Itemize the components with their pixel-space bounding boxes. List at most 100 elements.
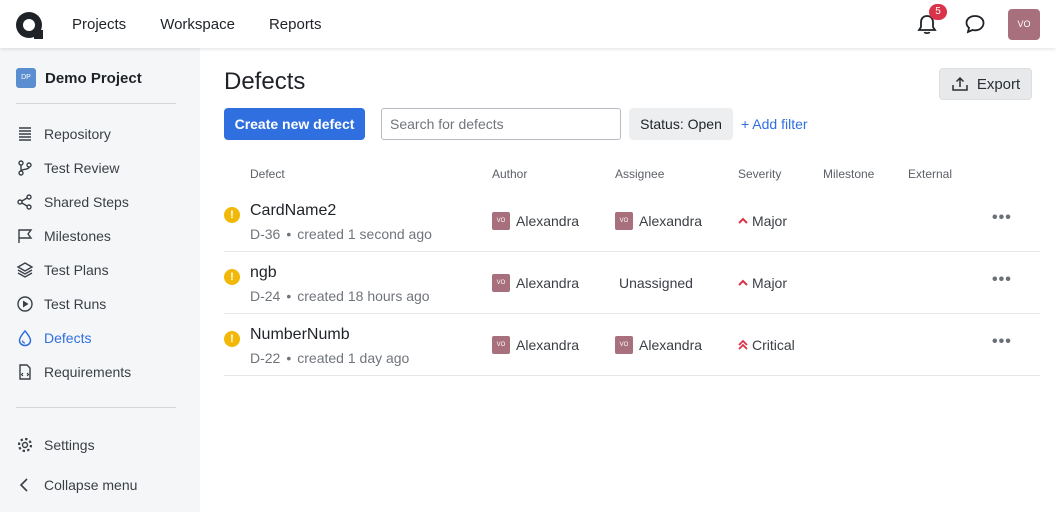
severity-cell: Critical: [738, 337, 795, 353]
chat-icon[interactable]: [964, 13, 986, 35]
sidebar-divider: [16, 103, 176, 104]
more-actions-icon[interactable]: •••: [992, 333, 1012, 351]
project-name: Demo Project: [45, 69, 142, 87]
add-filter-link[interactable]: + Add filter: [741, 116, 808, 132]
app-logo-icon[interactable]: [14, 10, 44, 40]
defect-name[interactable]: NumberNumb: [250, 326, 350, 344]
collapse-menu-label: Collapse menu: [44, 477, 138, 493]
table-row[interactable]: ! NumberNumb D-22 • created 1 day ago VO A…: [224, 314, 1040, 376]
author-name: Alexandra: [516, 337, 580, 353]
gear-icon: [17, 437, 33, 453]
defect-id: D-24: [250, 288, 281, 304]
table-row[interactable]: ! ngb D-24 • created 18 hours ago VO Alexa…: [224, 252, 1040, 314]
project-header[interactable]: DP Demo Project: [16, 68, 142, 88]
defect-name[interactable]: CardName2: [250, 202, 336, 220]
sidebar-item-test-plans[interactable]: Test Plans: [16, 258, 109, 282]
severity-label: Critical: [752, 337, 795, 353]
assignee-name: Alexandra: [639, 213, 703, 229]
test-runs-icon: [17, 296, 33, 312]
assignee-cell: VO Alexandra: [615, 212, 702, 230]
author-cell: VO Alexandra: [492, 212, 579, 230]
sidebar-item-test-runs[interactable]: Test Runs: [16, 292, 106, 316]
sidebar-divider: [16, 407, 176, 408]
sidebar-item-milestones[interactable]: Milestones: [16, 224, 111, 248]
warning-icon: !: [224, 269, 240, 285]
nav-reports[interactable]: Reports: [269, 16, 322, 33]
defect-created: created 1 second ago: [297, 226, 432, 242]
assignee-avatar: VO: [615, 336, 633, 354]
top-bar: Projects Workspace Reports 5 VO: [0, 0, 1056, 48]
sidebar-item-label: Requirements: [44, 364, 132, 380]
sidebar-item-label: Settings: [44, 437, 95, 453]
chevron-up-icon: [738, 217, 748, 224]
column-header-assignee: Assignee: [615, 167, 665, 181]
column-header-severity: Severity: [738, 167, 782, 181]
chevron-up-icon: [738, 279, 748, 286]
defect-id: D-22: [250, 350, 281, 366]
defect-name[interactable]: ngb: [250, 264, 277, 282]
user-avatar[interactable]: VO: [1008, 9, 1040, 40]
sidebar-item-label: Defects: [44, 330, 92, 346]
author-cell: VO Alexandra: [492, 336, 579, 354]
nav-projects[interactable]: Projects: [72, 16, 126, 33]
sidebar-item-requirements[interactable]: Requirements: [16, 360, 131, 384]
severity-cell: Major: [738, 275, 787, 291]
defect-meta: D-24 • created 18 hours ago: [250, 288, 430, 304]
sidebar-item-label: Repository: [44, 126, 111, 142]
author-name: Alexandra: [516, 275, 580, 291]
sidebar-item-shared-steps[interactable]: Shared Steps: [16, 190, 129, 214]
page-title: Defects: [224, 68, 306, 95]
sidebar-item-label: Test Runs: [44, 296, 107, 312]
sidebar-item-test-review[interactable]: Test Review: [16, 156, 119, 180]
sidebar-item-label: Shared Steps: [44, 194, 129, 210]
export-icon: [952, 76, 968, 91]
column-header-author: Author: [492, 167, 528, 181]
table-row[interactable]: ! CardName2 D-36 • created 1 second ago VO…: [224, 190, 1040, 252]
sidebar-item-label: Milestones: [44, 228, 111, 244]
assignee-cell: VO Alexandra: [615, 336, 702, 354]
separator-dot: •: [286, 350, 292, 366]
author-avatar: VO: [492, 336, 510, 354]
milestones-icon: [18, 229, 33, 243]
assignee-unassigned: Unassigned: [619, 275, 693, 291]
chevron-left-icon: [19, 478, 28, 492]
defect-created: created 18 hours ago: [297, 288, 430, 304]
search-input[interactable]: [381, 108, 621, 140]
assignee-name: Alexandra: [639, 337, 703, 353]
defect-meta: D-22 • created 1 day ago: [250, 350, 409, 366]
assignee-avatar: VO: [615, 212, 633, 230]
defect-id: D-36: [250, 226, 281, 242]
export-button[interactable]: Export: [939, 68, 1032, 100]
collapse-menu-button[interactable]: Collapse menu: [16, 473, 137, 497]
author-avatar: VO: [492, 212, 510, 230]
requirements-icon: [19, 364, 31, 380]
sidebar: DP Demo Project Repository Test Review S…: [0, 48, 200, 512]
sidebar-item-settings[interactable]: Settings: [16, 433, 95, 457]
sidebar-item-label: Test Plans: [44, 262, 109, 278]
status-filter[interactable]: Status: Open: [629, 108, 733, 140]
repository-icon: [19, 127, 31, 141]
severity-label: Major: [752, 275, 788, 291]
severity-cell: Major: [738, 213, 787, 229]
shared-steps-icon: [17, 194, 32, 210]
double-chevron-up-icon: [738, 340, 748, 350]
export-label: Export: [976, 75, 1021, 93]
warning-icon: !: [224, 331, 240, 347]
column-header-external: External: [908, 167, 953, 181]
defect-meta: D-36 • created 1 second ago: [250, 226, 432, 242]
defects-icon: [18, 329, 32, 347]
defect-created: created 1 day ago: [297, 350, 410, 366]
top-nav: Projects Workspace Reports: [72, 0, 355, 48]
nav-workspace[interactable]: Workspace: [160, 16, 235, 33]
sidebar-item-label: Test Review: [44, 160, 120, 176]
warning-icon: !: [224, 207, 240, 223]
main-content: Defects Export Create new defect Status:…: [200, 48, 1056, 512]
more-actions-icon[interactable]: •••: [992, 209, 1012, 227]
create-defect-button[interactable]: Create new defect: [224, 108, 365, 140]
more-actions-icon[interactable]: •••: [992, 271, 1012, 289]
sidebar-item-repository[interactable]: Repository: [16, 122, 111, 146]
column-header-milestone: Milestone: [823, 167, 875, 181]
severity-label: Major: [752, 213, 788, 229]
sidebar-item-defects[interactable]: Defects: [16, 326, 91, 350]
project-avatar: DP: [16, 68, 36, 88]
